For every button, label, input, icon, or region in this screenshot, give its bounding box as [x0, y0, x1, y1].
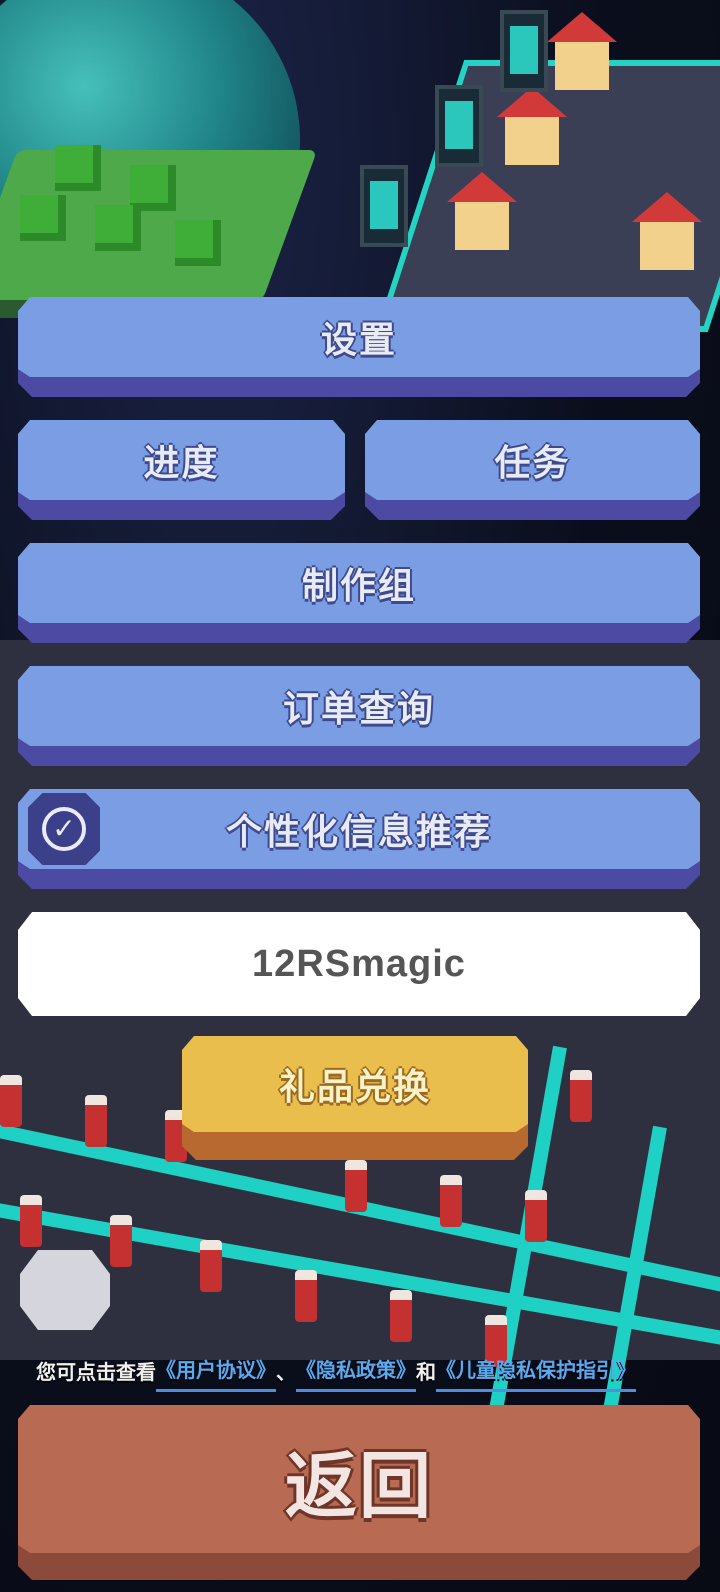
house-icon: [547, 12, 617, 90]
lantern-icon: [360, 165, 408, 247]
agreement-notice: 您可点击查看 《用户协议》 、 《隐私政策》 和 《儿童隐私保护指引》: [36, 1347, 696, 1392]
personalized-recommendation-label: 个性化信息推荐: [18, 789, 700, 869]
user-agreement-link[interactable]: 《用户协议》: [156, 1354, 276, 1392]
progress-button[interactable]: 进度: [18, 420, 345, 520]
credits-button[interactable]: 制作组: [18, 543, 700, 643]
lantern-icon: [500, 10, 548, 92]
candy-post-icon: [200, 1240, 222, 1292]
candy-post-icon: [110, 1215, 132, 1267]
check-circle-icon: ✓: [42, 807, 86, 851]
candy-post-icon: [0, 1075, 22, 1127]
tree-icon: [175, 220, 221, 266]
child-privacy-link[interactable]: 《儿童隐私保护指引》: [436, 1354, 636, 1392]
snow-patch: [20, 1250, 110, 1330]
candy-post-icon: [295, 1270, 317, 1322]
candy-post-icon: [440, 1175, 462, 1227]
tasks-button[interactable]: 任务: [365, 420, 700, 520]
house-icon: [497, 87, 567, 165]
agreement-separator: 、: [276, 1359, 296, 1384]
candy-post-icon: [345, 1160, 367, 1212]
order-query-button[interactable]: 订单查询: [18, 666, 700, 766]
progress-button-label: 进度: [18, 420, 345, 500]
tasks-button-label: 任务: [365, 420, 700, 500]
candy-post-icon: [85, 1095, 107, 1147]
candy-post-icon: [525, 1190, 547, 1242]
house-icon: [632, 192, 702, 270]
tree-icon: [95, 205, 141, 251]
redeem-gift-button-label: 礼品兑换: [182, 1036, 528, 1132]
house-icon: [447, 172, 517, 250]
credits-button-label: 制作组: [18, 543, 700, 623]
settings-button-label: 设置: [18, 297, 700, 377]
candy-post-icon: [390, 1290, 412, 1342]
redeem-gift-button[interactable]: 礼品兑换: [182, 1036, 528, 1160]
privacy-policy-link[interactable]: 《隐私政策》: [296, 1354, 416, 1392]
settings-button[interactable]: 设置: [18, 297, 700, 397]
agreement-prefix: 您可点击查看: [36, 1359, 156, 1384]
back-button-label: 返回: [18, 1405, 700, 1553]
agreement-and: 和: [416, 1359, 436, 1384]
gift-code-input[interactable]: 12RSmagic: [18, 912, 700, 1016]
lantern-icon: [435, 85, 483, 167]
personalized-checkbox[interactable]: ✓: [28, 793, 100, 865]
order-query-button-label: 订单查询: [18, 666, 700, 746]
back-button[interactable]: 返回: [18, 1405, 700, 1580]
personalized-recommendation-toggle[interactable]: 个性化信息推荐 ✓: [18, 789, 700, 889]
candy-post-icon: [570, 1070, 592, 1122]
gift-code-value: 12RSmagic: [252, 942, 466, 985]
tree-icon: [55, 145, 101, 191]
candy-post-icon: [20, 1195, 42, 1247]
tree-icon: [20, 195, 66, 241]
